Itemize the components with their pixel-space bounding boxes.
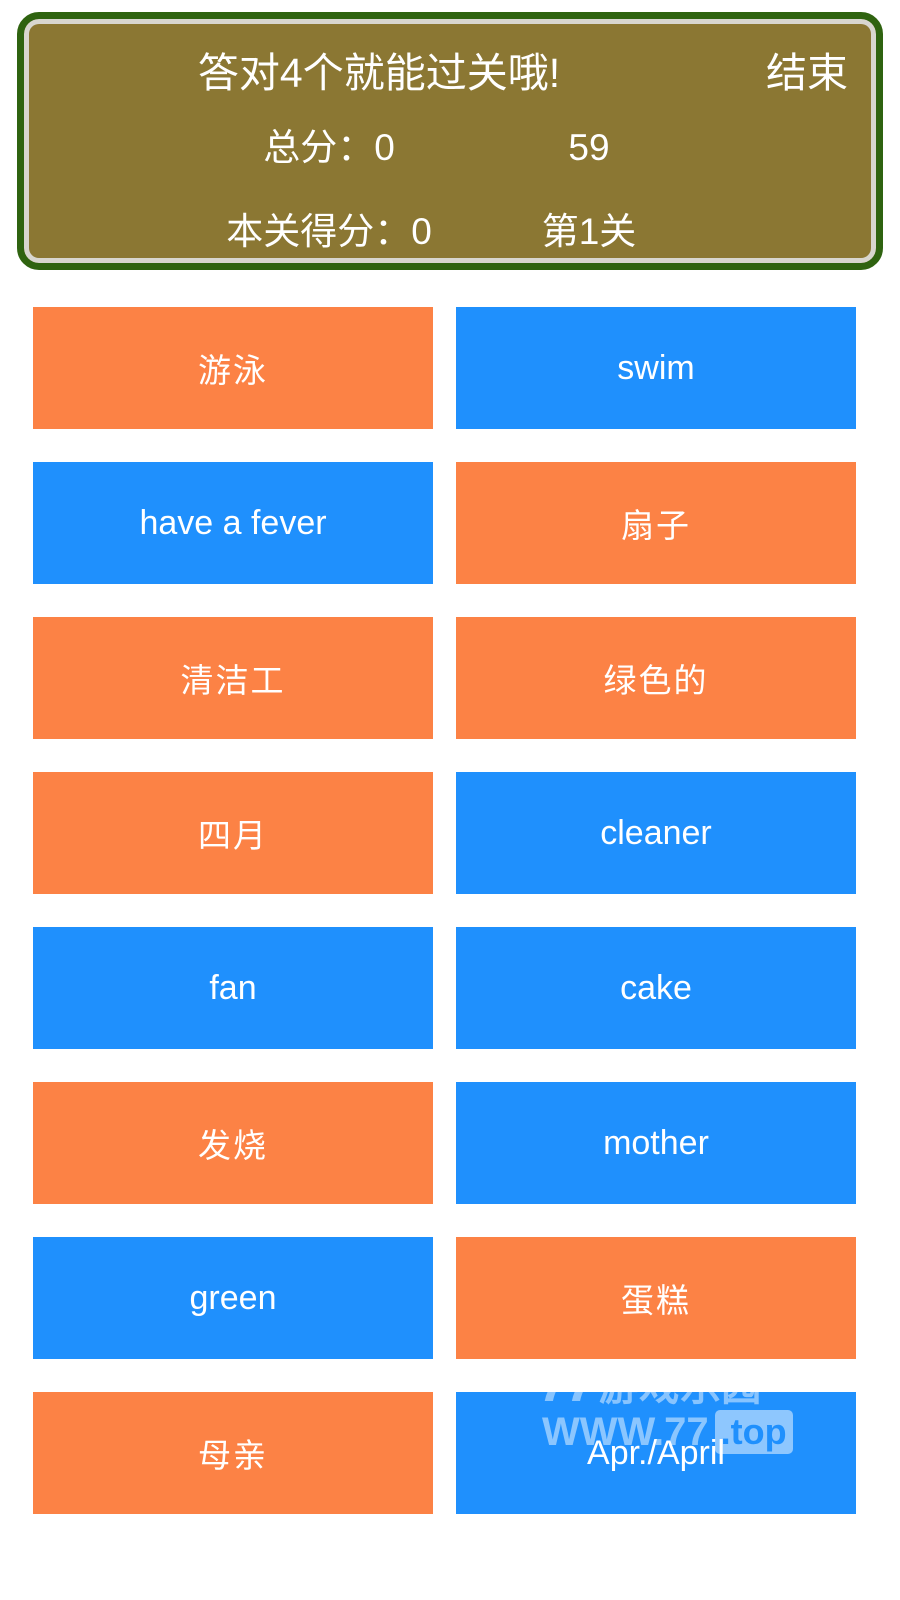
header-row-score: 总分：0 59	[29, 122, 871, 174]
current-level-label: 第1关	[541, 211, 637, 252]
word-tile-label: 发烧	[198, 1127, 268, 1164]
level-score-label: 本关得分：0	[226, 211, 432, 252]
word-tile[interactable]: 母亲	[33, 1392, 433, 1514]
word-tile[interactable]: green	[33, 1237, 433, 1359]
countdown-timer: 59	[568, 127, 610, 168]
tile-row: green 蛋糕	[0, 1237, 900, 1359]
word-tile[interactable]: Apr./April	[456, 1392, 856, 1514]
word-match-grid: 游泳 swim have a fever 扇子清洁工 绿色的四月 cleaner fan ca…	[0, 307, 900, 1547]
word-tile[interactable]: mother	[456, 1082, 856, 1204]
tile-row: 发烧 mother	[0, 1082, 900, 1204]
word-tile[interactable]: 四月	[33, 772, 433, 894]
word-tile-label: Apr./April	[587, 1433, 725, 1472]
word-tile-label: 蛋糕	[621, 1282, 691, 1319]
tile-row: 游泳 swim	[0, 307, 900, 429]
end-game-button[interactable]: 结束	[729, 44, 871, 102]
word-tile-label: have a fever	[139, 503, 327, 542]
pass-condition-hint: 答对4个就能过关哦!	[197, 50, 561, 96]
word-tile[interactable]: 扇子	[456, 462, 856, 584]
tile-row: 母亲 Apr./April	[0, 1392, 900, 1514]
total-score-label: 总分：0	[263, 127, 395, 168]
word-tile[interactable]: fan	[33, 927, 433, 1049]
word-tile[interactable]: 蛋糕	[456, 1237, 856, 1359]
word-tile-label: 扇子	[621, 507, 691, 544]
header-row-level: 本关得分：0 第1关	[29, 206, 871, 258]
tile-row: have a fever 扇子	[0, 462, 900, 584]
word-tile-label: swim	[617, 348, 695, 387]
word-tile-label: cleaner	[600, 813, 712, 852]
status-panel: 答对4个就能过关哦! 结束 总分：0 59 本关得分：0 第1关	[17, 12, 883, 270]
header-row-hint: 答对4个就能过关哦! 结束	[29, 44, 871, 102]
word-tile-label: 游泳	[198, 352, 268, 389]
tile-row: fan cake	[0, 927, 900, 1049]
word-tile-label: fan	[209, 968, 257, 1007]
word-tile-label: 清洁工	[180, 662, 286, 699]
word-tile[interactable]: 绿色的	[456, 617, 856, 739]
word-tile[interactable]: swim	[456, 307, 856, 429]
word-tile[interactable]: 清洁工	[33, 617, 433, 739]
word-tile[interactable]: cake	[456, 927, 856, 1049]
word-tile-label: 母亲	[198, 1437, 268, 1474]
word-tile-label: 绿色的	[603, 662, 709, 699]
word-tile[interactable]: 发烧	[33, 1082, 433, 1204]
tile-row: 四月 cleaner	[0, 772, 900, 894]
word-tile[interactable]: cleaner	[456, 772, 856, 894]
word-tile-label: green	[189, 1278, 277, 1317]
word-tile[interactable]: 游泳	[33, 307, 433, 429]
word-tile-label: 四月	[198, 817, 268, 854]
word-tile-label: mother	[603, 1123, 709, 1162]
word-tile-label: cake	[620, 968, 692, 1007]
word-tile[interactable]: have a fever	[33, 462, 433, 584]
status-panel-inner: 答对4个就能过关哦! 结束 总分：0 59 本关得分：0 第1关	[29, 24, 871, 258]
tile-row: 清洁工 绿色的	[0, 617, 900, 739]
